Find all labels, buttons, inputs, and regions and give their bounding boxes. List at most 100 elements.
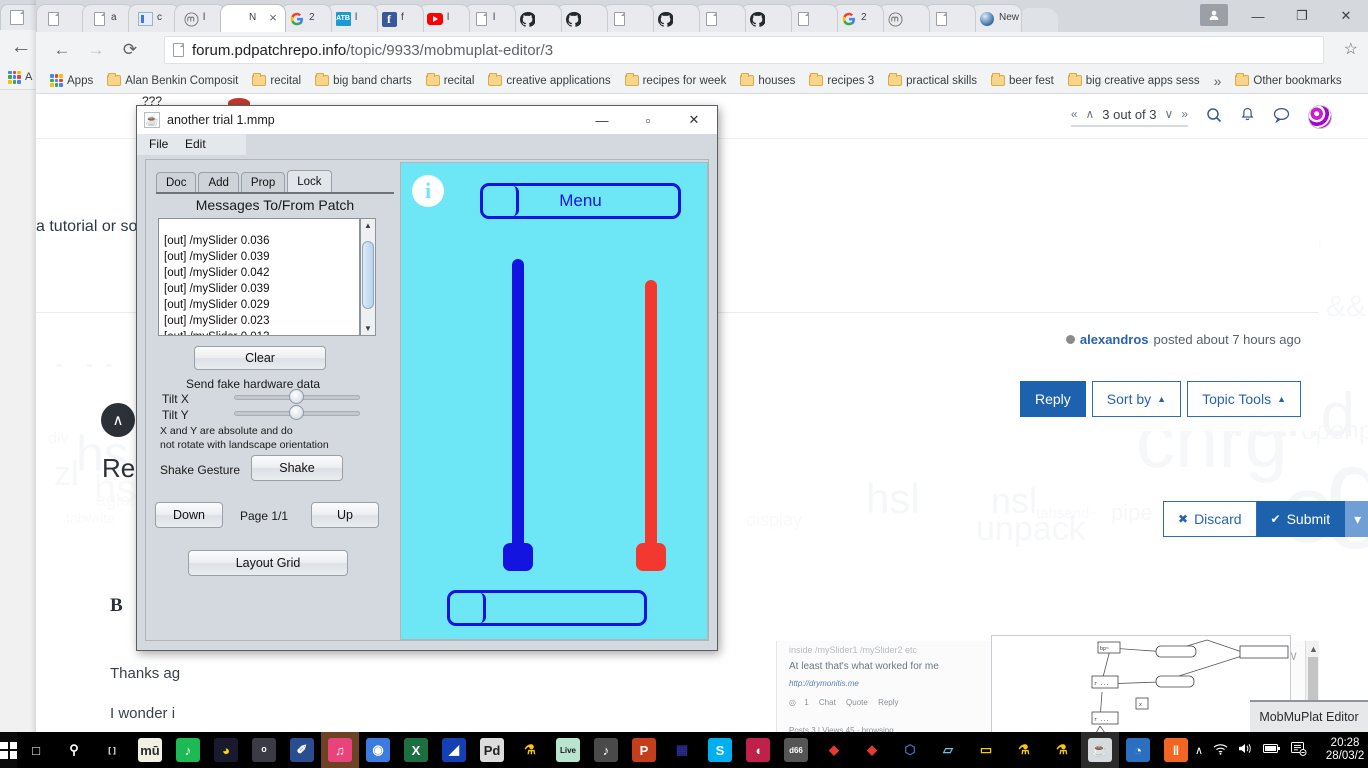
puredata-icon[interactable]: Pd: [473, 732, 511, 768]
finale-icon[interactable]: ◆: [815, 732, 853, 768]
reload-button[interactable]: ⟳: [118, 38, 142, 62]
audacity-icon[interactable]: ◕: [207, 732, 245, 768]
battery-icon[interactable]: [1263, 743, 1281, 757]
browser-tab[interactable]: l: [418, 4, 470, 32]
excel-icon[interactable]: X: [397, 732, 435, 768]
canvas-slider-red[interactable]: [636, 280, 666, 571]
submit-dropdown-button[interactable]: ▾: [1345, 501, 1368, 537]
maxmsp-icon[interactable]: ♪: [587, 732, 625, 768]
menu-item-edit[interactable]: Edit: [185, 137, 206, 151]
bookmark-item[interactable]: recipes for week: [619, 73, 733, 89]
scroll-to-top-button[interactable]: ∧: [101, 403, 135, 437]
browser-tab[interactable]: [556, 4, 608, 32]
cortana-icon[interactable]: [ ]: [93, 732, 131, 768]
next-post-icon[interactable]: ∨: [1165, 107, 1174, 121]
menu-item-file[interactable]: File: [149, 137, 168, 151]
jump-top-icon[interactable]: «: [1071, 107, 1078, 121]
forward-button[interactable]: →: [84, 38, 108, 62]
calculator-icon[interactable]: ▦: [663, 732, 701, 768]
itunes-icon[interactable]: ♫: [321, 732, 359, 768]
browser-tab[interactable]: [36, 4, 88, 32]
bookmark-item[interactable]: recipes 3: [803, 73, 880, 89]
search-icon[interactable]: [1206, 107, 1222, 127]
browser-tab[interactable]: [786, 4, 838, 32]
slider-knob[interactable]: [289, 405, 304, 420]
sort-by-button[interactable]: Sort by ▲: [1091, 381, 1182, 417]
page-down-button[interactable]: Down: [155, 502, 223, 528]
bookmark-item[interactable]: recital: [246, 73, 307, 89]
browser-tab[interactable]: l: [464, 4, 516, 32]
browser-tab[interactable]: c: [128, 4, 180, 32]
canvas-bottom-button[interactable]: [447, 590, 647, 626]
finale2-icon[interactable]: ◆: [853, 732, 891, 768]
bookmark-item[interactable]: recital: [420, 73, 481, 89]
user-avatar[interactable]: [1308, 104, 1332, 129]
browser-tab[interactable]: [648, 4, 700, 32]
paint-icon[interactable]: ✐: [283, 732, 321, 768]
mobmuplat-close-button[interactable]: ✕: [671, 106, 717, 134]
messages-list[interactable]: [out] /mySlider 0.036 [out] /mySlider 0.…: [158, 218, 360, 336]
browser-tab[interactable]: [602, 4, 654, 32]
start-button[interactable]: [0, 732, 17, 768]
musescore-icon[interactable]: mū: [131, 732, 169, 768]
scroll-up-arrow[interactable]: ▲: [1309, 644, 1318, 654]
layout-grid-button[interactable]: Layout Grid: [188, 550, 348, 576]
tab-lock[interactable]: Lock: [287, 170, 332, 192]
bookmark-item[interactable]: practical skills: [882, 73, 983, 89]
task-view-icon[interactable]: □: [17, 732, 55, 768]
browser-tab[interactable]: [924, 4, 976, 32]
browser-tab[interactable]: New: [970, 4, 1022, 32]
browser-tab[interactable]: [510, 4, 562, 32]
chat-bubble-icon[interactable]: [1273, 107, 1290, 127]
tab-add[interactable]: Add: [198, 172, 239, 192]
taskbar-window-label[interactable]: MobMuPlat Editor: [1250, 700, 1368, 732]
close-button[interactable]: ✕: [1324, 0, 1368, 32]
ableton-live-icon[interactable]: Live: [549, 732, 587, 768]
shake-button[interactable]: Shake: [251, 455, 343, 481]
lamp-icon[interactable]: ⚗: [511, 732, 549, 768]
mobmuplat-minimize-button[interactable]: —: [579, 106, 625, 134]
slider-handle[interactable]: [503, 543, 533, 571]
bookmark-item[interactable]: big creative apps sess: [1062, 73, 1206, 89]
sibelius-blue-icon[interactable]: ◢: [435, 732, 473, 768]
bookmark-item[interactable]: big band charts: [309, 73, 418, 89]
canvas-slider-blue[interactable]: [503, 259, 533, 571]
browser-tab[interactable]: [740, 4, 792, 32]
info-icon[interactable]: i: [412, 175, 444, 207]
taskbar-clock[interactable]: 20:28 28/03/2: [1317, 737, 1368, 763]
background-apps-shortcut[interactable]: A: [8, 66, 32, 88]
messages-scrollbar[interactable]: ▲ ▼: [360, 218, 376, 336]
other-bookmarks-button[interactable]: Other bookmarks: [1229, 73, 1347, 89]
d66-icon[interactable]: d66: [777, 732, 815, 768]
browser-tab[interactable]: [878, 4, 930, 32]
tab-doc[interactable]: Doc: [156, 172, 197, 192]
browser-tab[interactable]: ff: [372, 4, 424, 32]
bookmark-item[interactable]: houses: [734, 73, 801, 89]
virtualbox-icon[interactable]: ⬡: [891, 732, 929, 768]
tray-expand-icon[interactable]: ∧: [1195, 744, 1203, 757]
reply-action[interactable]: Reply: [878, 698, 898, 707]
tilt-y-slider[interactable]: [234, 404, 360, 422]
apps-shortcut[interactable]: Apps: [44, 72, 99, 89]
chat-action[interactable]: Chat: [819, 698, 836, 707]
browser-tab[interactable]: ATB l: [326, 4, 378, 32]
browser-tab[interactable]: a: [82, 4, 134, 32]
java-icon[interactable]: ☕: [1081, 732, 1119, 768]
scrollbar-thumb[interactable]: [362, 241, 374, 309]
address-bar[interactable]: forum.pdpatchrepo.info/topic/9933/mobmup…: [164, 36, 1324, 64]
mobmuplat-icon[interactable]: ‖: [1157, 732, 1195, 768]
bookmark-item[interactable]: beer fest: [985, 73, 1060, 89]
bookmark-item[interactable]: creative applications: [482, 73, 616, 89]
lamp2-icon[interactable]: ⚗: [1005, 732, 1043, 768]
discard-button[interactable]: ✖ Discard: [1163, 501, 1257, 537]
bookmark-item[interactable]: Alan Benkin Composit: [101, 73, 244, 89]
slider-handle[interactable]: [636, 543, 666, 571]
reply-composer[interactable]: Thanks ag I wonder i I don't know where …: [96, 643, 756, 736]
kontakt-icon[interactable]: ◖: [739, 732, 777, 768]
clear-button[interactable]: Clear: [194, 346, 326, 370]
topic-tools-button[interactable]: Topic Tools ▲: [1187, 381, 1301, 417]
browser-tab[interactable]: [694, 4, 746, 32]
sibelius-icon[interactable]: ͦ: [245, 732, 283, 768]
reply-button[interactable]: Reply: [1019, 381, 1086, 417]
maximize-button[interactable]: ❐: [1280, 0, 1324, 32]
